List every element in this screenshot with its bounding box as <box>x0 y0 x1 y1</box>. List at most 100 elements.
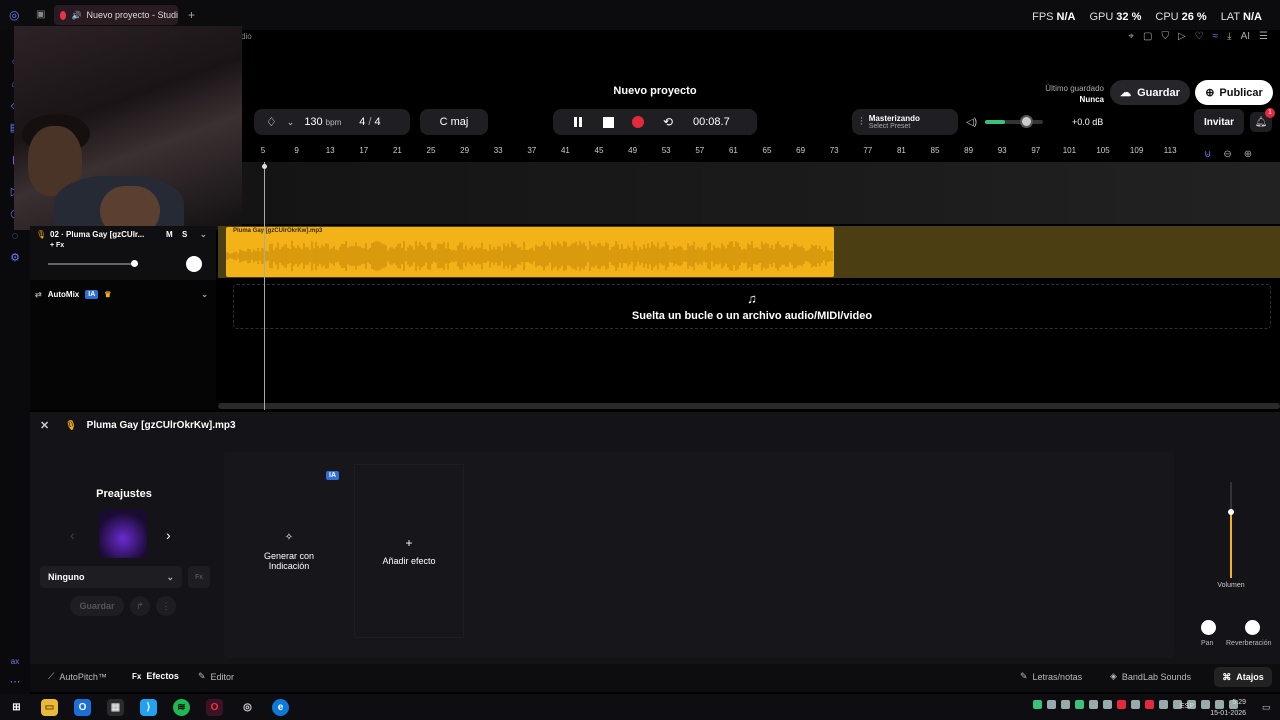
download-icon[interactable]: ⤓ <box>1227 31 1231 42</box>
chevron-down-icon: ⌄ <box>166 571 174 582</box>
track-name[interactable]: 02 · Pluma Gay [gzCUlr... <box>50 230 144 239</box>
audio-clip[interactable]: Pluma Gay [gzCUlrOkrKw].mp3 <box>226 227 834 277</box>
pause-button[interactable] <box>563 109 593 135</box>
key-selector[interactable]: C maj <box>420 109 488 135</box>
heart-icon[interactable]: ♡ <box>1195 31 1204 42</box>
add-effect-button[interactable]: + Añadir efecto <box>354 464 464 638</box>
publish-button[interactable]: ⊕ Publicar <box>1195 80 1273 105</box>
master-volume-slider[interactable] <box>985 115 1044 128</box>
timeline-ruler[interactable]: 5 9 13 17 21 25 29 33 37 41 45 49 53 57 61 65 69 73 77 81 85… <box>242 140 1202 162</box>
chevron-down-icon[interactable]: ⌄ <box>200 230 207 239</box>
wave-icon[interactable]: ≈ <box>1213 31 1219 42</box>
mute-button[interactable]: M <box>166 230 173 239</box>
edge-icon[interactable]: e <box>272 699 289 716</box>
sparkle-icon: ✧ <box>284 531 294 543</box>
clip-name: Pluma Gay [gzCUlrOkrKw].mp3 <box>233 228 323 234</box>
automix-row[interactable]: ⇄ AutoMix IA ♛ ⌄ <box>30 284 216 304</box>
loop-button[interactable]: ⟲ <box>653 109 683 135</box>
ruler-mark: 101 <box>1062 146 1077 155</box>
speaker-icon: 🔊 <box>71 10 82 20</box>
zoom-out-icon[interactable]: ⊖ <box>1223 149 1231 160</box>
track-pan-knob[interactable] <box>186 256 202 272</box>
ruler-mark: 37 <box>527 146 537 155</box>
time-signature[interactable]: 4 / 4 <box>359 116 380 128</box>
fader-knob[interactable] <box>1228 508 1234 515</box>
metronome-icon[interactable]: ♢ <box>266 115 277 129</box>
autopitch-tab[interactable]: ⟋ AutoPitch™ <box>48 671 107 682</box>
pan-label: Pan <box>1201 640 1214 647</box>
ai-icon[interactable]: AI <box>1241 31 1250 42</box>
pinboard-icon[interactable]: ◌ <box>9 230 21 242</box>
lyrics-tab[interactable]: ✎ Letras/notas <box>1020 671 1082 682</box>
app-icon[interactable]: ◎ <box>239 699 256 716</box>
opera-gx-icon[interactable]: O <box>206 699 223 716</box>
play-icon[interactable]: ▷ <box>1178 31 1186 42</box>
reverb-knob[interactable] <box>1245 620 1260 635</box>
chevron-down-icon[interactable]: ⌄ <box>201 290 208 299</box>
effects-tab[interactable]: Fx Efectos <box>132 671 179 681</box>
bpm-field[interactable]: 130 bpm <box>304 116 341 128</box>
file-explorer-icon[interactable]: ▭ <box>41 699 58 716</box>
settings-icon[interactable]: ⚙ <box>9 252 21 264</box>
autopitch-icon: ⟋ <box>48 671 55 681</box>
solo-button[interactable]: S <box>182 230 187 239</box>
record-button[interactable] <box>623 109 653 135</box>
notification-center-icon[interactable]: ▭ <box>1262 702 1271 713</box>
extension-toolbar: ⌖ ▢ ⛉ ▷ ♡ ≈ ⤓ AI ☰ <box>1128 31 1268 42</box>
preset-dropdown[interactable]: Ninguno ⌄ <box>40 566 182 588</box>
spotify-icon[interactable]: ≋ <box>173 699 190 716</box>
ruler-mark: 45 <box>594 146 604 155</box>
preset-thumbnail[interactable] <box>99 510 147 558</box>
pan-knob[interactable] <box>1201 620 1216 635</box>
stop-button[interactable] <box>593 109 623 135</box>
drop-zone[interactable]: ♫ Suelta un bucle o un archivo audio/MID… <box>233 284 1271 329</box>
notifications-button[interactable]: 🔔︎ 1 <box>1250 108 1275 132</box>
vscode-icon[interactable]: ⟩ <box>140 699 157 716</box>
browser-tab[interactable]: 🔊 Nuevo proyecto - Studi <box>54 5 178 25</box>
pin-icon[interactable]: ⌖ <box>1128 31 1134 42</box>
chevron-down-icon[interactable]: ⌄ <box>287 117 295 128</box>
share-icon[interactable]: ↱ <box>130 596 150 616</box>
bandlab-sounds-tab[interactable]: ◈ BandLab Sounds <box>1110 671 1191 682</box>
windows-start-icon[interactable]: ⊞ <box>8 699 25 716</box>
automix-icon: ⇄ <box>35 289 42 299</box>
shortcuts-button[interactable]: ⌘ Atajos <box>1214 667 1272 687</box>
workspace-icon[interactable]: ▣ <box>36 9 45 20</box>
track-volume-slider[interactable] <box>48 260 139 267</box>
menu-icon[interactable]: ☰ <box>1259 31 1268 42</box>
chevron-right-icon[interactable]: › <box>166 527 171 543</box>
generate-with-prompt-button[interactable]: ✧ Generar con Indicación <box>232 464 346 638</box>
music-note-icon: ♫ <box>747 291 757 306</box>
chevron-left-icon[interactable]: ‹ <box>70 527 75 543</box>
magnet-icon[interactable]: ⊍ <box>1204 149 1211 160</box>
timeline-scrollbar[interactable] <box>218 403 1280 409</box>
ruler-mark: 13 <box>325 146 335 155</box>
shield-icon[interactable]: ⛉ <box>1161 31 1169 42</box>
clock[interactable]: 5:29 15-01-2026 <box>1206 697 1246 719</box>
outlook-icon[interactable]: O <box>74 699 91 716</box>
tab-title: Nuevo proyecto - Studi <box>86 10 178 20</box>
box-icon[interactable]: ▢ <box>1143 31 1152 42</box>
playhead[interactable] <box>264 162 265 410</box>
volume-knob[interactable] <box>1019 115 1033 128</box>
speaker-icon[interactable]: ◁) <box>966 117 977 128</box>
volume-fader[interactable] <box>1213 482 1249 578</box>
playhead-handle[interactable] <box>262 164 267 169</box>
preset-save-button[interactable]: Guardar <box>70 596 124 616</box>
new-tab-icon[interactable]: + <box>188 8 195 22</box>
close-icon[interactable]: ✕ <box>40 419 49 432</box>
editor-tab[interactable]: ✎ Editor <box>198 671 234 682</box>
invite-button[interactable]: Invitar <box>1194 109 1244 135</box>
zoom-in-icon[interactable]: ⊕ <box>1244 149 1252 160</box>
more-icon[interactable]: ⋮ <box>156 596 176 616</box>
store-icon[interactable]: ▦ <box>107 699 124 716</box>
mastering-button[interactable]: ⫶ Masterizando Select Preset <box>852 109 958 135</box>
browser-logo-icon[interactable]: ◎ <box>9 8 19 22</box>
fx-button[interactable]: Fx <box>188 566 210 588</box>
stat-cpu: CPU 26 % <box>1155 11 1207 23</box>
save-button[interactable]: ☁ Guardar <box>1110 80 1190 105</box>
master-volume[interactable]: ◁) <box>966 113 1056 131</box>
add-fx-button[interactable]: + Fx <box>50 242 64 249</box>
more-icon[interactable]: ⋯ <box>9 676 21 688</box>
language-indicator[interactable]: ESP <box>1180 703 1194 710</box>
